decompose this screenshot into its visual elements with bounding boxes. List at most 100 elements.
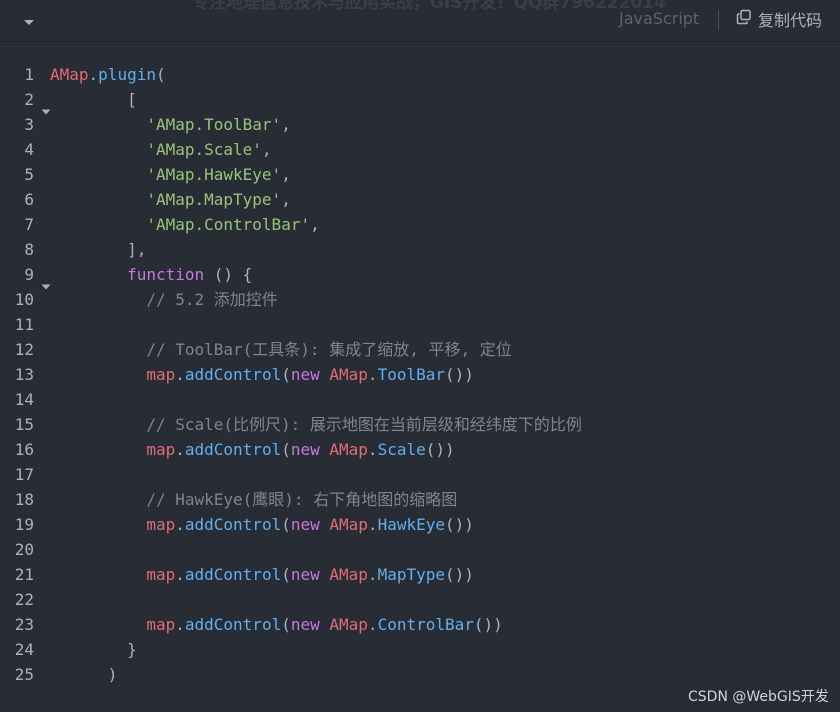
code-token: map xyxy=(146,615,176,634)
line-content: ) xyxy=(50,662,118,687)
code-token: } xyxy=(127,640,137,659)
line-number: 13 xyxy=(14,365,34,384)
line-number: 23 xyxy=(14,615,34,634)
line-number: 2 xyxy=(24,90,34,109)
code-token: AMap xyxy=(329,515,368,534)
line-number: 14 xyxy=(14,390,34,409)
code-token: . xyxy=(88,65,99,84)
code-line: 4 'AMap.Scale', xyxy=(0,137,840,162)
code-token: . xyxy=(367,515,378,534)
code-token: // ToolBar(工具条): 集成了缩放, 平移, 定位 xyxy=(146,340,512,359)
copy-code-button[interactable]: 复制代码 xyxy=(736,8,822,30)
code-token: . xyxy=(367,440,378,459)
line-number: 11 xyxy=(14,315,34,334)
code-token: , xyxy=(261,140,272,159)
code-line: 24 } xyxy=(0,637,840,662)
line-number: 7 xyxy=(24,215,34,234)
code-token: ( xyxy=(281,365,291,384)
code-token: . xyxy=(367,365,378,384)
code-line: 1 AMap.plugin( xyxy=(0,62,840,87)
line-content: map.addControl(new AMap.HawkEye()) xyxy=(50,512,474,537)
line-number: 9 xyxy=(24,265,34,284)
csdn-credit: CSDN @WebGIS开发 xyxy=(688,689,829,705)
code-token: AMap xyxy=(50,65,89,84)
code-token: HawkEye xyxy=(377,515,445,534)
code-token: 'AMap.HawkEye' xyxy=(146,165,282,184)
code-token: addControl xyxy=(184,365,282,384)
line-number: 24 xyxy=(14,640,34,659)
code-token: map xyxy=(146,565,176,584)
line-content: // ToolBar(工具条): 集成了缩放, 平移, 定位 xyxy=(50,337,512,362)
code-token: ( xyxy=(281,615,291,634)
code-token: ( xyxy=(281,440,291,459)
code-line: 22 xyxy=(0,587,840,612)
line-content: map.addControl(new AMap.Scale()) xyxy=(50,437,455,462)
code-token: addControl xyxy=(184,565,282,584)
code-token: ()) xyxy=(445,565,474,584)
line-content: function () { xyxy=(50,262,252,287)
code-line: 19 map.addControl(new AMap.HawkEye()) xyxy=(0,512,840,537)
code-token: ControlBar xyxy=(377,615,474,634)
code-token: new xyxy=(290,615,320,634)
code-token: . xyxy=(175,565,185,584)
code-token: . xyxy=(367,565,378,584)
code-token: addControl xyxy=(184,615,282,634)
code-token: map xyxy=(146,365,176,384)
caret-down-icon[interactable] xyxy=(22,13,36,25)
code-token: . xyxy=(367,615,378,634)
line-number: 21 xyxy=(14,565,34,584)
code-block-toolbar: 专注地理信息技术与应用实战，GIS开发！QQ群796222014 JavaScr… xyxy=(0,0,840,42)
code-line: 15 // Scale(比例尺): 展示地图在当前层级和经纬度下的比例 xyxy=(0,412,840,437)
line-content: map.addControl(new AMap.ToolBar()) xyxy=(50,362,474,387)
line-number: 25 xyxy=(14,665,34,684)
line-content: } xyxy=(50,637,137,662)
line-content: 'AMap.ControlBar', xyxy=(50,212,320,237)
code-line: 9 function () { xyxy=(0,262,840,290)
code-line: 2 [ xyxy=(0,87,840,115)
code-token: , xyxy=(281,115,291,134)
line-number: 12 xyxy=(14,340,34,359)
code-token: new xyxy=(290,440,320,459)
code-token: 'AMap.ToolBar' xyxy=(146,115,282,134)
code-token: () { xyxy=(204,265,253,284)
line-number: 4 xyxy=(24,140,34,159)
code-token: function xyxy=(127,265,205,284)
code-token: new xyxy=(290,365,320,384)
code-token: ()) xyxy=(425,440,455,459)
line-number: 6 xyxy=(24,190,34,209)
line-number: 20 xyxy=(14,540,34,559)
code-token: map xyxy=(146,515,176,534)
code-token: plugin xyxy=(98,65,156,84)
code-token: ) xyxy=(107,665,118,684)
code-token: map xyxy=(146,440,176,459)
line-content: 'AMap.HawkEye', xyxy=(50,162,291,187)
code-line: 21 map.addControl(new AMap.MapType()) xyxy=(0,562,840,587)
code-line: 16 map.addControl(new AMap.Scale()) xyxy=(0,437,840,462)
code-token: , xyxy=(310,215,320,234)
code-token: AMap xyxy=(329,565,368,584)
code-line: 20 xyxy=(0,537,840,562)
code-editor[interactable]: 1 AMap.plugin(2 [3 'AMap.ToolBar', 4 'AMap… xyxy=(0,62,840,687)
code-token: 'AMap.MapType' xyxy=(146,190,282,209)
code-line: 14 xyxy=(0,387,840,412)
code-token: AMap xyxy=(329,615,368,634)
code-token: , xyxy=(281,165,291,184)
code-line: 3 'AMap.ToolBar', xyxy=(0,112,840,137)
code-line: 5 'AMap.HawkEye', xyxy=(0,162,840,187)
line-number: 15 xyxy=(14,415,34,434)
code-token: // HawkEye(鹰眼): 右下角地图的缩略图 xyxy=(146,490,458,509)
code-token: ()) xyxy=(445,365,474,384)
code-line: 6 'AMap.MapType', xyxy=(0,187,840,212)
line-number: 19 xyxy=(14,515,34,534)
code-token: // Scale(比例尺): 展示地图在当前层级和经纬度下的比例 xyxy=(146,415,582,434)
code-line: 11 xyxy=(0,312,840,337)
code-line: 23 map.addControl(new AMap.ControlBar()) xyxy=(0,612,840,637)
code-token: [ xyxy=(127,90,137,109)
line-content: // Scale(比例尺): 展示地图在当前层级和经纬度下的比例 xyxy=(50,412,582,437)
line-number: 3 xyxy=(24,115,34,134)
